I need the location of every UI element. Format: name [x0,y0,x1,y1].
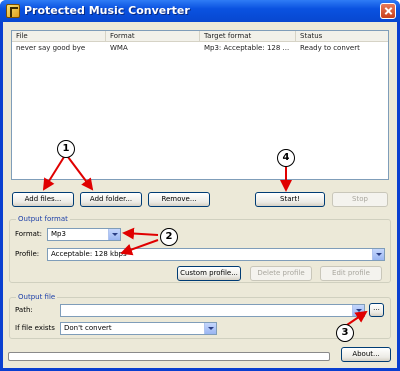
edit-profile-button[interactable]: Edit profile [320,266,382,281]
output-file-label: Output file [16,292,58,302]
output-format-label: Output format [16,214,70,224]
callout-4: 4 [277,149,295,167]
column-status[interactable]: Status [296,31,390,42]
cell-file: never say good bye [16,44,86,52]
chevron-down-icon[interactable] [372,249,384,260]
custom-profile-button[interactable]: Custom profile... [177,266,241,281]
cell-target-format: Mp3: Acceptable: 128 ... [204,44,290,52]
conversion-progress-bar [8,352,330,361]
chevron-down-icon[interactable] [204,323,216,334]
if-exists-label: If file exists [15,324,55,332]
format-select[interactable]: Mp3 [47,228,121,241]
profile-select[interactable]: Acceptable: 128 kbps [47,248,385,261]
column-target-format[interactable]: Target format [200,31,296,42]
about-button[interactable]: About... [341,347,391,362]
add-folder-button[interactable]: Add folder... [80,192,142,207]
profile-label: Profile: [15,250,40,258]
stop-button[interactable]: Stop [332,192,388,207]
format-label: Format: [15,230,43,238]
callout-2: 2 [160,228,178,246]
if-exists-value: Don't convert [64,324,112,332]
file-list-header: File Format Target format Status [12,31,388,42]
profile-value: Acceptable: 128 kbps [51,250,127,258]
title-bar[interactable]: Protected Music Converter [0,0,400,22]
cell-format: WMA [110,44,128,52]
if-exists-select[interactable]: Don't convert [60,322,217,335]
column-format[interactable]: Format [106,31,200,42]
browse-button[interactable]: ... [369,303,384,317]
app-window: Protected Music Converter File Format Ta… [0,0,400,371]
start-button[interactable]: Start! [255,192,325,207]
cell-status: Ready to convert [300,44,360,52]
window-title: Protected Music Converter [24,4,190,17]
add-files-button[interactable]: Add files... [12,192,74,207]
delete-profile-button[interactable]: Delete profile [250,266,312,281]
app-icon [6,4,20,18]
chevron-down-icon[interactable] [352,305,364,316]
callout-3: 3 [336,324,354,342]
callout-1: 1 [57,140,75,158]
close-icon[interactable] [380,3,396,19]
chevron-down-icon[interactable] [108,229,120,240]
format-value: Mp3 [51,230,66,238]
path-select[interactable] [60,304,365,317]
table-row[interactable]: never say good bye WMA Mp3: Acceptable: … [12,43,388,54]
remove-button[interactable]: Remove... [148,192,210,207]
client-area: File Format Target format Status never s… [3,22,397,368]
path-label: Path: [15,306,33,314]
column-file[interactable]: File [12,31,106,42]
